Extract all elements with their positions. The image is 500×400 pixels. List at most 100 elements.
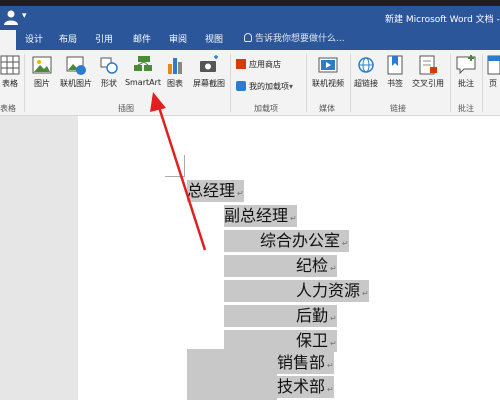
camera-icon bbox=[200, 55, 218, 72]
header-label: 页 bbox=[489, 79, 497, 88]
hyperlink-label: 超链接 bbox=[354, 79, 378, 88]
quick-access-dropdown[interactable]: ▾ bbox=[22, 11, 27, 21]
paragraph-mark: ↵ bbox=[327, 385, 334, 394]
margin-corner-mark bbox=[165, 176, 185, 177]
tab-design[interactable]: 设计 bbox=[20, 30, 48, 50]
line-text: 人力资源 bbox=[296, 281, 361, 300]
paragraph-mark: ↵ bbox=[330, 339, 337, 348]
header-button[interactable]: 页 bbox=[486, 54, 500, 89]
group-label-comments: 批注 bbox=[458, 104, 474, 113]
paragraph-mark: ↵ bbox=[330, 264, 337, 273]
document-line[interactable]: 销售部 ↵ bbox=[187, 352, 334, 374]
chart-icon bbox=[168, 58, 182, 74]
cross-reference-label: 交叉引用 bbox=[412, 79, 444, 88]
online-video-label: 联机视频 bbox=[312, 79, 344, 88]
table-button[interactable]: 表格 bbox=[0, 54, 20, 89]
smartart-button[interactable]: SmartArt bbox=[124, 54, 162, 87]
shapes-button[interactable]: 形状 bbox=[98, 54, 120, 89]
tell-me-box[interactable]: 告诉我你想要做什么... bbox=[244, 31, 345, 47]
cross-reference-button[interactable]: 交叉引用 bbox=[410, 54, 446, 89]
paragraph-mark: ↵ bbox=[237, 189, 244, 198]
picture-button[interactable]: 图片 bbox=[30, 54, 54, 89]
hyperlink-icon bbox=[358, 57, 374, 73]
group-label-media: 媒体 bbox=[319, 104, 335, 113]
shapes-icon bbox=[100, 57, 118, 74]
online-video-button[interactable]: 联机视频 bbox=[310, 54, 346, 89]
comment-button[interactable]: 批注 bbox=[454, 54, 478, 89]
smartart-icon bbox=[134, 56, 152, 71]
window-title: 新建 Microsoft Word 文档 - W bbox=[385, 15, 500, 25]
document-line[interactable]: 纪检 ↵ bbox=[224, 255, 337, 277]
online-picture-icon bbox=[66, 56, 86, 75]
document-line[interactable]: 总经理 ↵ bbox=[187, 180, 244, 202]
line-text: 保卫 bbox=[296, 331, 329, 350]
group-label-links: 链接 bbox=[390, 104, 406, 113]
margin-corner-mark bbox=[184, 155, 185, 177]
document-line[interactable]: 副总经理 ↵ bbox=[224, 205, 297, 227]
hyperlink-button[interactable]: 超链接 bbox=[352, 54, 380, 89]
screenshot-label: 屏幕截图 bbox=[193, 79, 225, 88]
store-icon bbox=[236, 59, 246, 69]
store-label: 应用商店 bbox=[249, 60, 281, 69]
group-separator bbox=[482, 54, 483, 112]
group-label-tables: 表格 bbox=[0, 104, 16, 113]
store-button[interactable]: 应用商店 bbox=[236, 58, 281, 72]
line-text: 综合办公室 bbox=[260, 231, 341, 250]
tab-view[interactable]: 视图 bbox=[200, 30, 228, 50]
video-icon bbox=[318, 57, 338, 73]
header-icon bbox=[487, 55, 500, 75]
cross-reference-icon bbox=[419, 55, 437, 75]
table-icon bbox=[0, 55, 20, 75]
smartart-label: SmartArt bbox=[124, 78, 162, 87]
paragraph-mark: ↵ bbox=[327, 361, 334, 370]
addins-icon bbox=[236, 81, 246, 91]
line-text: 纪检 bbox=[296, 256, 329, 275]
ribbon-tabs: 设计 布局 引用 邮件 审阅 视图 告诉我你想要做什么... bbox=[0, 28, 500, 50]
group-separator bbox=[350, 54, 351, 112]
group-separator bbox=[450, 54, 451, 112]
document-line[interactable]: 保卫 ↵ bbox=[224, 330, 337, 352]
shapes-label: 形状 bbox=[101, 79, 117, 88]
tab-layout[interactable]: 布局 bbox=[54, 30, 82, 50]
top-strip bbox=[0, 0, 500, 6]
tab-mailings[interactable]: 邮件 bbox=[128, 30, 156, 50]
group-label-addins: 加载项 bbox=[254, 104, 278, 113]
picture-label: 图片 bbox=[34, 79, 50, 88]
paragraph-mark: ↵ bbox=[362, 289, 369, 298]
chart-label: 图表 bbox=[167, 79, 183, 88]
bookmark-icon bbox=[387, 55, 403, 75]
document-line[interactable]: 后勤 ↵ bbox=[224, 305, 337, 327]
document-gutter bbox=[0, 116, 78, 400]
my-addins-label: 我的加载项 bbox=[249, 82, 289, 91]
user-icon[interactable] bbox=[3, 9, 21, 25]
tell-me-text: 告诉我你想要做什么... bbox=[255, 34, 345, 44]
bookmark-label: 书签 bbox=[387, 79, 403, 88]
tab-review[interactable]: 审阅 bbox=[164, 30, 192, 50]
picture-icon bbox=[32, 56, 52, 74]
document-line[interactable]: 技术部 ↵ bbox=[187, 376, 334, 398]
online-picture-label: 联机图片 bbox=[60, 79, 92, 88]
chart-button[interactable]: 图表 bbox=[164, 54, 186, 89]
table-label: 表格 bbox=[2, 79, 18, 88]
comment-icon bbox=[456, 55, 476, 75]
my-addins-button[interactable]: 我的加载项▾ bbox=[236, 80, 293, 94]
tab-insert[interactable] bbox=[0, 30, 16, 50]
lightbulb-icon bbox=[244, 33, 252, 42]
paragraph-mark: ↵ bbox=[290, 214, 297, 223]
group-separator bbox=[306, 54, 307, 112]
line-text: 销售部 bbox=[277, 353, 326, 372]
paragraph-mark: ↵ bbox=[342, 239, 349, 248]
screenshot-button[interactable]: 屏幕截图 bbox=[190, 54, 228, 89]
document-line[interactable]: 人力资源 ↵ bbox=[224, 280, 369, 302]
group-label-illustrations: 插图 bbox=[118, 104, 134, 113]
bookmark-button[interactable]: 书签 bbox=[384, 54, 406, 89]
line-text: 后勤 bbox=[296, 306, 329, 325]
paragraph-mark: ↵ bbox=[330, 314, 337, 323]
online-picture-button[interactable]: 联机图片 bbox=[58, 54, 94, 89]
line-text: 总经理 bbox=[187, 181, 236, 200]
tab-references[interactable]: 引用 bbox=[90, 30, 118, 50]
document-line[interactable]: 综合办公室 ↵ bbox=[224, 230, 349, 252]
comment-label: 批注 bbox=[458, 79, 474, 88]
ribbon: 表格 表格 图片 联机图片 形状 SmartArt 图表 屏幕截图 插图 应用商… bbox=[0, 50, 500, 116]
line-text: 技术部 bbox=[277, 377, 326, 396]
